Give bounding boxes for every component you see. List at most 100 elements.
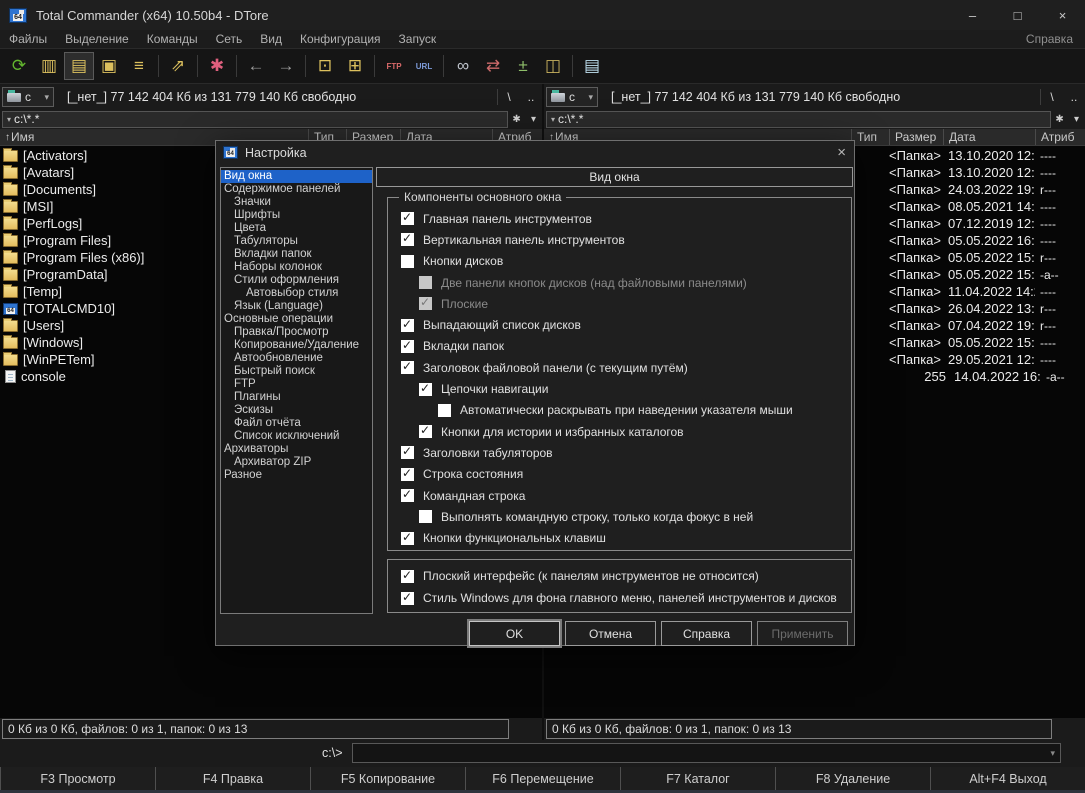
checkbox[interactable] (401, 212, 414, 225)
tree-item[interactable]: Значки (221, 196, 372, 209)
sync-dirs-icon[interactable]: ⇄ (478, 52, 508, 80)
checkbox-row[interactable]: Командная строка (388, 485, 851, 506)
minimize-icon[interactable]: – (950, 0, 995, 30)
brief-view-icon[interactable]: ▥ (34, 52, 64, 80)
root-dir-button[interactable]: \ (1041, 87, 1063, 107)
checkbox[interactable] (401, 489, 414, 502)
tree-item[interactable]: Плагины (221, 391, 372, 404)
tree-item[interactable]: FTP (221, 378, 372, 391)
root-dir-button[interactable]: \ (498, 87, 520, 107)
drive-selector[interactable]: c ▾ (2, 87, 54, 107)
command-input[interactable]: ▾ (352, 743, 1062, 763)
favorites-icon[interactable]: ✱ (508, 111, 525, 128)
tree-item[interactable]: Архиваторы (221, 443, 372, 456)
menu-item[interactable]: Файлы (0, 32, 56, 46)
function-key-button[interactable]: F6 Перемещение (465, 767, 620, 790)
ftp-url-icon[interactable]: URL (409, 52, 439, 80)
refresh-icon[interactable]: ⟳ (4, 52, 34, 80)
checkbox[interactable] (419, 510, 432, 523)
path-bar[interactable]: ▾ c:\*.* (2, 111, 508, 128)
checkbox-row[interactable]: Две панели кнопок дисков (над файловыми … (388, 272, 851, 293)
tree-item[interactable]: Шрифты (221, 209, 372, 222)
cancel-button[interactable]: Отмена (565, 621, 656, 646)
checkbox[interactable] (401, 361, 414, 374)
forward-icon[interactable]: → (271, 52, 301, 80)
checkbox-row[interactable]: Строка состояния (388, 464, 851, 485)
path-bar[interactable]: ▾ c:\*.* (546, 111, 1051, 128)
column-header-attr[interactable]: Атриб (1035, 129, 1085, 145)
tree-item[interactable]: Автообновление (221, 352, 372, 365)
drive-selector[interactable]: c ▾ (546, 87, 598, 107)
checkbox[interactable] (401, 319, 414, 332)
dialog-title-bar[interactable]: Настройка × (216, 141, 854, 164)
function-key-button[interactable]: F3 Просмотр (0, 767, 155, 790)
detail-view-icon[interactable]: ▤ (64, 52, 94, 80)
apply-button[interactable]: Применить (757, 621, 848, 646)
menu-item[interactable]: Запуск (390, 32, 446, 46)
help-button[interactable]: Справка (661, 621, 752, 646)
tree-item[interactable]: Список исключений (221, 430, 372, 443)
checkbox[interactable] (401, 340, 414, 353)
checkbox-row[interactable]: Главная панель инструментов (388, 208, 851, 229)
maximize-icon[interactable]: □ (995, 0, 1040, 30)
back-icon[interactable]: ← (241, 52, 271, 80)
menu-item[interactable]: Выделение (56, 32, 138, 46)
checkbox-row[interactable]: Плоский интерфейс (к панелям инструменто… (388, 565, 851, 587)
tree-item[interactable]: Язык (Language) (221, 300, 372, 313)
checkbox[interactable] (401, 255, 414, 268)
checkbox-row[interactable]: Вертикальная панель инструментов (388, 229, 851, 250)
function-key-button[interactable]: F5 Копирование (310, 767, 465, 790)
tree-item[interactable]: Вид окна (221, 170, 372, 183)
checkbox[interactable] (401, 233, 414, 246)
notepad-icon[interactable]: ▤ (577, 52, 607, 80)
checkbox[interactable] (401, 532, 414, 545)
checkbox-row[interactable]: Цепочки навигации (388, 378, 851, 399)
toolbar-separator[interactable] (443, 55, 444, 77)
favorites-icon[interactable]: ✱ (1051, 111, 1068, 128)
checkbox-row[interactable]: Кнопки для истории и избранных каталогов (388, 421, 851, 442)
history-dropdown-icon[interactable]: ▾ (525, 111, 542, 128)
checkbox-row[interactable]: Выполнять командную строку, только когда… (388, 506, 851, 527)
tree-item[interactable]: Разное (221, 469, 372, 482)
checkbox-row[interactable]: Стиль Windows для фона главного меню, па… (388, 587, 851, 609)
branch-view-icon[interactable]: ⇗ (163, 52, 193, 80)
checkbox-row[interactable]: Выпадающий список дисков (388, 314, 851, 335)
function-key-button[interactable]: F4 Правка (155, 767, 310, 790)
parent-dir-button[interactable]: .. (1063, 87, 1085, 107)
tree-item[interactable]: Стили оформления (221, 274, 372, 287)
checkbox-row[interactable]: Кнопки дисков (388, 251, 851, 272)
checkbox[interactable] (401, 446, 414, 459)
menu-item[interactable]: Вид (251, 32, 291, 46)
select-group-icon[interactable]: ✱ (202, 52, 232, 80)
column-header-type[interactable]: Тип (851, 129, 889, 145)
tree-item[interactable]: Архиватор ZIP (221, 456, 372, 469)
tree-item[interactable]: Вкладки папок (221, 248, 372, 261)
menu-item-help[interactable]: Справка (1017, 32, 1085, 46)
parent-dir-button[interactable]: .. (520, 87, 542, 107)
function-key-button[interactable]: F7 Каталог (620, 767, 775, 790)
column-header-size[interactable]: Размер (889, 129, 943, 145)
ok-button[interactable]: OK (469, 621, 560, 646)
tree-item[interactable]: Быстрый поиск (221, 365, 372, 378)
checkbox[interactable] (419, 276, 432, 289)
ftp-connect-icon[interactable]: FTP (379, 52, 409, 80)
tree-item[interactable]: Цвета (221, 222, 372, 235)
checkbox-row[interactable]: Заголовок файловой панели (с текущим пут… (388, 357, 851, 378)
tree-item[interactable]: Автовыбор стиля (221, 287, 372, 300)
checkbox[interactable] (419, 425, 432, 438)
checkbox[interactable] (419, 383, 432, 396)
unpack-icon[interactable]: ⊡ (310, 52, 340, 80)
tree-item[interactable]: Основные операции (221, 313, 372, 326)
function-key-button[interactable]: F8 Удаление (775, 767, 930, 790)
thumbnails-view-icon[interactable]: ▣ (94, 52, 124, 80)
menu-item[interactable]: Конфигурация (291, 32, 390, 46)
checkbox-row[interactable]: Вкладки папок (388, 336, 851, 357)
tree-item[interactable]: Правка/Просмотр (221, 326, 372, 339)
toolbar-separator[interactable] (572, 55, 573, 77)
tree-item[interactable]: Наборы колонок (221, 261, 372, 274)
checkbox[interactable] (401, 468, 414, 481)
toolbar-separator[interactable] (236, 55, 237, 77)
menu-item[interactable]: Сеть (207, 32, 252, 46)
compare-dirs-icon[interactable]: ± (508, 52, 538, 80)
tree-item[interactable]: Файл отчёта (221, 417, 372, 430)
